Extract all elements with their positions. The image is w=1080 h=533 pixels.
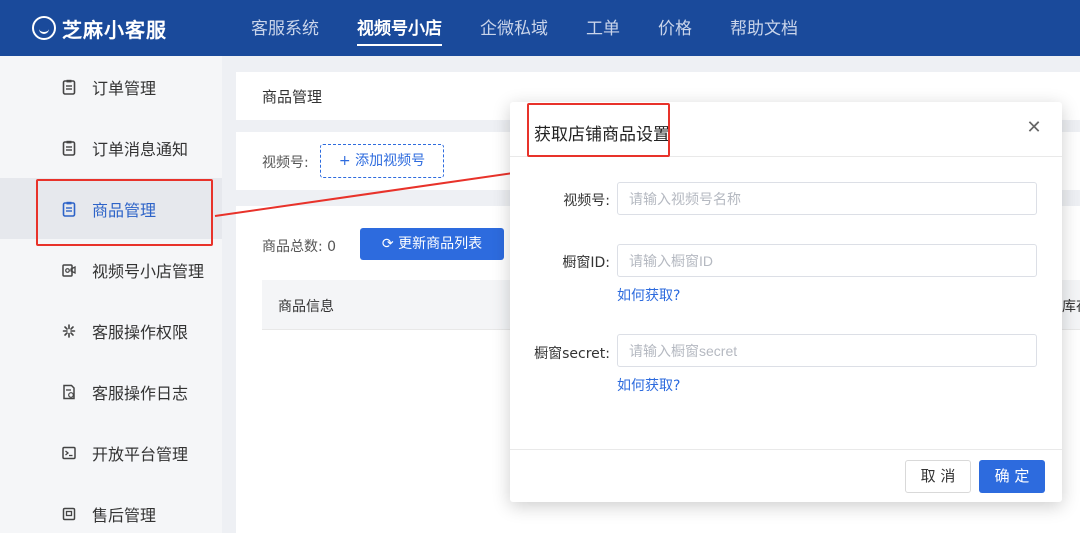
confirm-button[interactable]: 确 定 [979,460,1045,493]
window-id-input[interactable] [617,244,1037,277]
box-icon [62,507,76,520]
sidebar-item-label: 开放平台管理 [92,444,189,464]
sidebar-item-label: 订单管理 [92,78,157,98]
top-navbar: 芝麻小客服 客服系统 视频号小店 企微私域 工单 价格 帮助文档 [0,0,1080,56]
window-secret-label: 橱窗secret: [534,346,610,362]
annotation-box-products [36,179,213,246]
terminal-icon [62,446,76,459]
nav-item-wecom[interactable]: 企微私域 [461,0,567,56]
page-title: 商品管理 [262,88,323,106]
sidebar-item-label: 视频号小店管理 [92,261,205,281]
app-name: 芝麻小客服 [62,17,167,42]
sidebar-item-label: 客服操作日志 [92,383,189,403]
sidebar-item-shop-manage[interactable]: 视频号小店管理 [0,239,222,300]
sidebar-item-permissions[interactable]: 客服操作权限 [0,300,222,361]
refresh-icon: ⟳ [381,236,399,252]
sidebar-item-after-sales[interactable]: 售后管理 [0,483,222,533]
clipboard-icon [62,79,76,95]
clipboard-icon [62,140,76,156]
add-video-account-button[interactable]: + 添加视频号 [320,144,444,178]
sidebar-item-label: 订单消息通知 [92,139,189,159]
dialog-footer-divider [510,449,1062,450]
close-icon[interactable]: ✕ [1024,118,1044,138]
window-secret-help-link[interactable]: 如何获取? [617,375,680,395]
refresh-products-label: 更新商品列表 [398,236,483,252]
spark-icon [62,323,76,338]
sidebar-item-order-notify[interactable]: 订单消息通知 [0,117,222,178]
sidebar-item-op-logs[interactable]: 客服操作日志 [0,361,222,422]
annotation-box-dialog-title [527,103,670,157]
column-header-stock: 库存 [1062,299,1080,315]
nav-item-video-shop[interactable]: 视频号小店 [338,0,461,56]
product-total-count: 商品总数: 0 [262,239,337,255]
nav-item-customer-service[interactable]: 客服系统 [232,0,338,56]
smile-logo-icon [32,16,56,40]
log-icon [63,384,75,399]
app-logo[interactable]: 芝麻小客服 [32,0,167,56]
sidebar-item-open-platform[interactable]: 开放平台管理 [0,422,222,483]
sidebar: 订单管理 订单消息通知 商品管理 视频号小店管理 客服操作权限 客服操作日志 开… [0,56,222,533]
sidebar-item-label: 客服操作权限 [92,322,189,342]
video-account-label: 视频号: [563,193,610,209]
column-header-product-info: 商品信息 [278,299,334,315]
window-secret-input[interactable] [617,334,1037,367]
video-account-input[interactable] [617,182,1037,215]
nav-item-help-docs[interactable]: 帮助文档 [711,0,817,56]
store-icon [62,263,76,277]
shop-product-settings-dialog: 获取店铺商品设置 ✕ 视频号: 橱窗ID: 如何获取? 橱窗secret: 如何… [510,102,1062,502]
window-id-label: 橱窗ID: [562,255,610,271]
video-account-filter-label: 视频号: [262,155,309,171]
refresh-products-button[interactable]: ⟳ 更新商品列表 [360,228,504,260]
nav-item-tickets[interactable]: 工单 [567,0,639,56]
sidebar-item-label: 售后管理 [92,505,157,525]
sidebar-item-orders[interactable]: 订单管理 [0,56,222,117]
main-nav: 客服系统 视频号小店 企微私域 工单 价格 帮助文档 [232,0,817,56]
window-id-help-link[interactable]: 如何获取? [617,285,680,305]
cancel-button[interactable]: 取 消 [905,460,971,493]
nav-item-pricing[interactable]: 价格 [639,0,711,56]
